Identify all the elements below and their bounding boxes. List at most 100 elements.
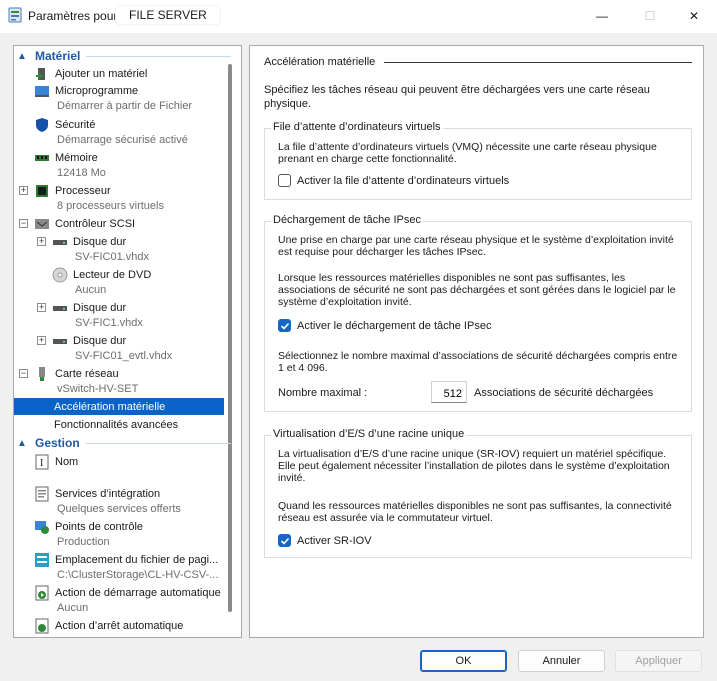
sidebar-item-dvd[interactable]: Lecteur de DVD	[52, 267, 151, 283]
sidebar-item-network-adapter[interactable]: Carte réseau	[34, 366, 119, 382]
vmq-text: La file d’attente d’ordinateurs virtuels…	[278, 141, 657, 165]
maximize-icon: ☐	[644, 9, 656, 23]
collapse-icon: ▲	[17, 50, 27, 62]
svg-text:I: I	[40, 458, 43, 469]
expand-disk-1[interactable]: +	[37, 237, 46, 246]
ipsec-group: Déchargement de tâche IPsec Une prise en…	[264, 214, 692, 412]
collapse-icon: ▲	[17, 437, 27, 449]
sidebar-item-label: Accélération matérielle	[54, 401, 166, 413]
shield-icon	[34, 117, 50, 133]
expand-processor[interactable]: +	[19, 186, 28, 195]
vmq-checkbox-row[interactable]: Activer la file d’attente d’ordinateurs …	[278, 174, 509, 187]
ipsec-checkbox-label: Activer le déchargement de tâche IPsec	[297, 319, 492, 332]
sidebar-item-label: Services d’intégration	[55, 488, 161, 500]
ok-button[interactable]: OK	[420, 650, 507, 672]
vmq-checkbox[interactable]	[278, 174, 291, 187]
section-management-label: Gestion	[35, 436, 80, 450]
window-title: Paramètres pour	[28, 9, 118, 23]
sidebar-item-label: Mémoire	[55, 152, 98, 164]
sidebar-item-paging-file[interactable]: Emplacement du fichier de pagi...	[34, 552, 218, 568]
sidebar-item-sub: 8 processeurs virtuels	[57, 200, 164, 212]
maximize-button[interactable]: ☐	[627, 0, 673, 32]
minimize-button[interactable]: —	[579, 0, 625, 32]
hard-disk-icon	[52, 234, 68, 250]
expand-disk-3[interactable]: +	[37, 336, 46, 345]
sidebar-item-label: Sécurité	[55, 119, 96, 131]
sidebar-item-label: Carte réseau	[55, 368, 119, 380]
sriov-text-2: Quand les ressources matérielles disponi…	[278, 500, 672, 524]
sidebar-item-auto-stop[interactable]: Action d’arrêt automatique	[34, 618, 183, 634]
sidebar-item-sub: vSwitch-HV-SET	[57, 383, 139, 395]
sidebar-item-processor[interactable]: Processeur	[34, 183, 111, 199]
sidebar-item-disk-1[interactable]: Disque dur	[52, 234, 126, 250]
expand-disk-2[interactable]: +	[37, 303, 46, 312]
sidebar-item-sub: Quelques services offerts	[57, 503, 181, 515]
hyperv-settings-icon	[8, 7, 22, 23]
checkmark-icon	[280, 537, 289, 545]
sidebar-item-name[interactable]: I Nom	[34, 454, 78, 470]
sidebar-item-firmware[interactable]: Microprogramme	[34, 83, 138, 99]
sidebar-item-checkpoints[interactable]: Points de contrôle	[34, 519, 143, 535]
auto-stop-icon	[34, 618, 50, 634]
paging-file-icon	[34, 552, 50, 568]
sidebar-item-label: Disque dur	[73, 236, 127, 248]
sriov-checkbox-row[interactable]: Activer SR-IOV	[278, 534, 372, 547]
sidebar-item-disk-2[interactable]: Disque dur	[52, 300, 126, 316]
close-button[interactable]: ✕	[671, 0, 717, 32]
max-sa-input[interactable]	[431, 381, 467, 403]
expand-network-adapter[interactable]: −	[19, 369, 28, 378]
settings-detail-panel: Accélération matérielle Spécifiez les tâ…	[249, 45, 704, 638]
sidebar-item-security[interactable]: Sécurité	[34, 117, 95, 133]
section-management[interactable]: ▲ Gestion	[15, 436, 231, 450]
ipsec-text-2: Lorsque les ressources matérielles dispo…	[278, 272, 676, 308]
sidebar-item-label: Processeur	[55, 185, 111, 197]
page-description: Spécifiez les tâches réseau qui peuvent …	[264, 84, 650, 110]
network-adapter-icon	[34, 366, 50, 382]
checkmark-icon	[280, 322, 289, 330]
ipsec-text-1: Une prise en charge par une carte réseau…	[278, 234, 674, 258]
sidebar-item-sub: Démarrage sécurisé activé	[57, 134, 188, 146]
section-hardware[interactable]: ▲ Matériel	[15, 49, 231, 63]
sriov-checkbox-label: Activer SR-IOV	[297, 534, 372, 547]
integration-services-icon	[34, 486, 50, 502]
sidebar-item-label: Action d’arrêt automatique	[55, 620, 184, 632]
sidebar-item-label: Disque dur	[73, 335, 127, 347]
checkpoint-icon	[34, 519, 50, 535]
sriov-text-1: La virtualisation d’E/S d’une racine uni…	[278, 448, 670, 484]
tree-scrollbar[interactable]	[228, 64, 232, 612]
sidebar-item-integration-services[interactable]: Services d’intégration	[34, 486, 160, 502]
apply-button[interactable]: Appliquer	[615, 650, 702, 672]
ipsec-checkbox[interactable]	[278, 319, 291, 332]
expand-scsi[interactable]: −	[19, 219, 28, 228]
sidebar-item-sub: C:\ClusterStorage\CL-HV-CSV-...	[57, 569, 219, 581]
section-hardware-label: Matériel	[35, 49, 81, 63]
sidebar-item-sub: Démarrer à partir de Fichier	[57, 100, 193, 112]
sidebar-item-label: Disque dur	[73, 302, 127, 314]
sidebar-item-scsi[interactable]: Contrôleur SCSI	[34, 216, 135, 232]
vmq-group: File d’attente d’ordinateurs virtuels La…	[264, 121, 692, 200]
sriov-group-label: Virtualisation d’E/S d’une racine unique	[271, 428, 467, 440]
memory-icon	[34, 150, 50, 166]
title-divider	[384, 62, 692, 63]
title-bar: Paramètres pour FILE SERVER — ☐ ✕	[0, 0, 717, 33]
sidebar-item-disk-3[interactable]: Disque dur	[52, 333, 126, 349]
sidebar-item-label: Lecteur de DVD	[73, 269, 152, 281]
sidebar-item-sub: 12418 Mo	[57, 167, 106, 179]
processor-icon	[34, 183, 50, 199]
sidebar-item-sub: Aucun	[75, 284, 107, 296]
sidebar-item-advanced-features[interactable]: Fonctionnalités avancées	[54, 417, 178, 433]
sriov-checkbox[interactable]	[278, 534, 291, 547]
sidebar-item-label: Fonctionnalités avancées	[54, 419, 179, 431]
ipsec-checkbox-row[interactable]: Activer le déchargement de tâche IPsec	[278, 319, 491, 332]
sidebar-item-hardware-acceleration[interactable]: Accélération matérielle	[54, 399, 165, 415]
sidebar-item-memory[interactable]: Mémoire	[34, 150, 98, 166]
section-divider	[85, 442, 231, 444]
sidebar-item-sub: SV-FIC01_evtl.vhdx	[75, 350, 173, 362]
sidebar-item-label: Nom	[55, 456, 79, 468]
sidebar-item-auto-start[interactable]: Action de démarrage automatique	[34, 585, 221, 601]
cancel-button[interactable]: Annuler	[518, 650, 605, 672]
sidebar-item-add-hardware[interactable]: Ajouter un matériel	[34, 66, 147, 82]
hard-disk-icon	[52, 300, 68, 316]
sidebar-item-sub: SV-FIC01.vhdx	[75, 251, 149, 263]
name-icon: I	[34, 454, 50, 470]
